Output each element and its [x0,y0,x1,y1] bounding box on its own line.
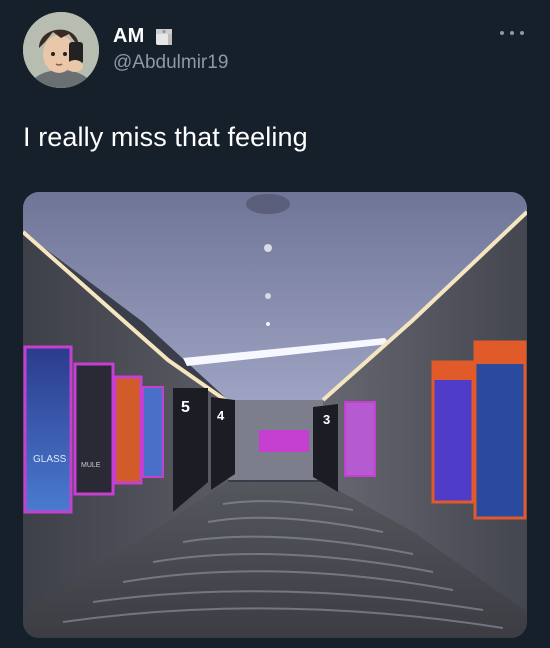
author-name-row: AM [113,25,175,48]
tweet-media-photo[interactable]: GLASS MULE 5 4 3 [23,192,527,638]
more-horizontal-icon[interactable] [500,26,524,40]
svg-text:MULE: MULE [81,462,101,469]
anime-avatar-icon [23,12,99,88]
author-handle[interactable]: @Abdulmir19 [113,52,228,74]
svg-text:4: 4 [217,408,225,423]
avatar[interactable] [23,12,99,88]
cinema-hallway-photo-icon: GLASS MULE 5 4 3 [23,192,527,638]
dot-icon [510,31,514,35]
dot-icon [500,31,504,35]
display-name[interactable]: AM [113,25,145,48]
svg-text:5: 5 [181,399,190,416]
svg-text:GLASS: GLASS [33,454,67,465]
dot-icon [520,31,524,35]
toilet-paper-emoji-icon [153,26,175,48]
svg-text:3: 3 [323,412,330,427]
tweet-text: I really miss that feeling [23,122,308,152]
tweet-card: AM @Abdulmir19 I really miss that feelin… [0,0,550,648]
